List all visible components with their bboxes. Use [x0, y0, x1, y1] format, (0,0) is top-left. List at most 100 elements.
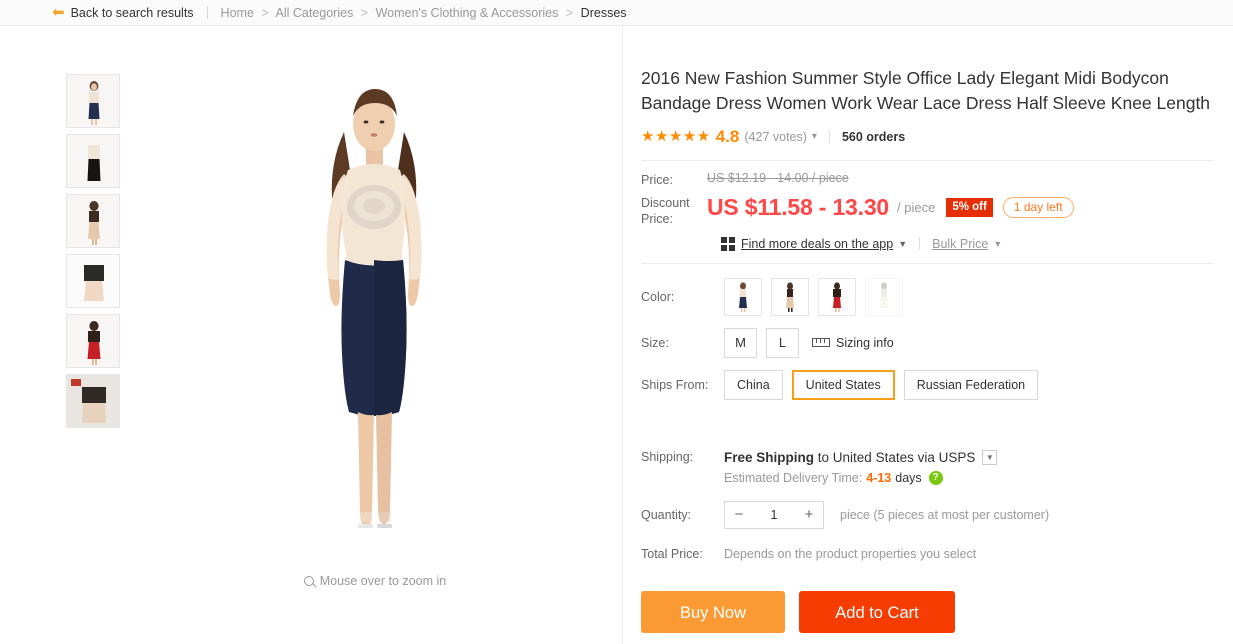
price-label: Price:: [641, 172, 673, 187]
thumbnail-image: [67, 315, 119, 367]
page-title: 2016 New Fashion Summer Style Office Lad…: [641, 68, 1211, 113]
chevron-down-icon[interactable]: ▼: [993, 239, 1002, 249]
shipping-label: Shipping:: [641, 450, 694, 465]
product-info-panel: 2016 New Fashion Summer Style Office Lad…: [623, 26, 1233, 644]
product-page: Mouse over to zoom in 2016 New Fashion S…: [0, 26, 1233, 644]
orders-count[interactable]: 560 orders: [842, 130, 905, 144]
chevron-down-icon[interactable]: ▾: [812, 131, 817, 142]
breadcrumb-item-womens-clothing[interactable]: Women's Clothing & Accessories: [376, 6, 559, 20]
total-price-value: Depends on the product properties you se…: [724, 546, 977, 561]
breadcrumb: Home > All Categories > Women's Clothing…: [221, 6, 627, 20]
thumbnail-4[interactable]: [66, 254, 120, 308]
thumbnail-image: [67, 75, 119, 127]
price-block: Price: US $12.19 - 14.00 / piece Discoun…: [641, 161, 1233, 251]
ships-from-option-china[interactable]: China: [724, 369, 783, 400]
quantity-stepper[interactable]: − +: [724, 500, 824, 529]
color-option-row: Color:: [641, 277, 1213, 316]
breadcrumb-separator: >: [360, 5, 369, 20]
breadcrumb-item-home[interactable]: Home: [221, 6, 254, 20]
estimated-delivery-row: Estimated Delivery Time: 4-13 days ?: [724, 470, 1213, 485]
price-unit: / piece: [897, 200, 936, 216]
shipping-section: Shipping: Free Shipping to United States…: [641, 449, 1213, 485]
rating-score: 4.8: [715, 126, 740, 146]
main-product-image[interactable]: [186, 72, 564, 564]
thumbnail-3[interactable]: [66, 194, 120, 248]
thumbnail-image: [67, 255, 119, 307]
product-gallery: Mouse over to zoom in: [0, 26, 623, 644]
thumbnail-6[interactable]: [66, 374, 120, 428]
divider: [828, 130, 830, 144]
app-deals-row: Find more deals on the app ▼ Bulk Price …: [721, 236, 1233, 251]
magnifier-icon: [303, 576, 314, 586]
zoom-hint: Mouse over to zoom in: [186, 574, 564, 588]
color-swatch-navy-cream-lace[interactable]: [724, 277, 762, 316]
eta-days: 4-13: [866, 470, 892, 485]
ships-from-label: Ships From:: [641, 377, 709, 392]
divider: [206, 6, 208, 19]
color-swatch-beige-black-lace[interactable]: [771, 277, 809, 316]
size-option-l[interactable]: L: [766, 327, 799, 358]
breadcrumb-separator: >: [565, 5, 574, 20]
thumbnail-image: [67, 375, 119, 427]
thumbnail-image: [67, 135, 119, 187]
breadcrumb-separator: >: [261, 5, 269, 20]
breadcrumb-item-dresses: Dresses: [580, 5, 627, 20]
shipping-method: Free Shipping to United States via USPS: [724, 450, 975, 465]
quantity-input[interactable]: [753, 501, 795, 528]
time-left-badge: 1 day left: [1002, 197, 1074, 219]
rating-row: ★★★★★ 4.8 (427 votes) ▾ 560 orders: [641, 122, 1233, 152]
find-more-deals-link[interactable]: Find more deals on the app: [741, 237, 893, 251]
color-swatch-red-black-lace[interactable]: [818, 277, 856, 316]
original-price-row: Price: US $12.19 - 14.00 / piece: [641, 171, 1233, 189]
total-price-label: Total Price:: [641, 546, 703, 561]
breadcrumb-item-all-categories[interactable]: All Categories: [275, 6, 353, 20]
total-price-row: Total Price: Depends on the product prop…: [641, 547, 1233, 561]
product-options: Color: Size: M L Sizing info Ships From:…: [641, 262, 1213, 400]
original-price: US $12.19 - 14.00 / piece: [707, 170, 849, 185]
thumbnail-list: [66, 74, 120, 434]
discount-price-row: Discount Price: US $11.58 - 13.30 / piec…: [641, 194, 1233, 227]
ships-from-option-russian-federation[interactable]: Russian Federation: [903, 369, 1039, 400]
left-arrow-icon: ⬅: [52, 4, 65, 21]
shipping-row: Shipping: Free Shipping to United States…: [641, 449, 1213, 465]
back-label: Back to search results: [70, 5, 194, 20]
eta-label: Estimated Delivery Time:: [724, 470, 863, 485]
star-rating-icon: ★★★★★: [641, 128, 711, 146]
eta-unit: days: [895, 470, 922, 485]
discount-badge: 5% off: [946, 198, 993, 218]
votes-count[interactable]: (427 votes): [744, 130, 807, 144]
ruler-icon: [812, 338, 830, 348]
zoom-hint-label: Mouse over to zoom in: [319, 574, 447, 588]
shipping-free-prefix: Free Shipping: [724, 449, 815, 465]
quantity-increase-button[interactable]: +: [795, 501, 823, 528]
action-buttons: Buy Now Add to Cart: [641, 590, 1233, 633]
ships-from-row: Ships From: China United States Russian …: [641, 369, 1213, 400]
buy-now-button[interactable]: Buy Now: [641, 590, 785, 633]
color-swatch-cream-yellow[interactable]: [865, 277, 903, 316]
size-label: Size:: [641, 335, 669, 350]
sizing-info-link[interactable]: Sizing info: [812, 336, 894, 350]
quantity-note: piece (5 pieces at most per customer): [840, 507, 1050, 522]
color-label: Color:: [641, 289, 675, 304]
back-to-search-results-link[interactable]: ⬅ Back to search results: [52, 5, 194, 20]
chevron-down-icon[interactable]: ▼: [898, 239, 907, 249]
ships-from-option-united-states[interactable]: United States: [791, 369, 895, 400]
shipping-dropdown-toggle[interactable]: ▼: [982, 449, 998, 465]
add-to-cart-button[interactable]: Add to Cart: [799, 590, 955, 633]
question-mark-icon[interactable]: ?: [928, 470, 943, 485]
thumbnail-5[interactable]: [66, 314, 120, 368]
size-option-m[interactable]: M: [724, 327, 757, 358]
bulk-price-link[interactable]: Bulk Price: [932, 237, 988, 251]
qr-code-icon: [721, 236, 735, 251]
discount-price: US $11.58 - 13.30: [707, 194, 890, 221]
divider: [919, 237, 921, 251]
quantity-row: Quantity: − + piece (5 pieces at most pe…: [641, 500, 1233, 529]
breadcrumb-bar: ⬅ Back to search results Home > All Cate…: [0, 0, 1233, 26]
thumbnail-1[interactable]: [66, 74, 120, 128]
quantity-decrease-button[interactable]: −: [725, 501, 753, 528]
sizing-info-label: Sizing info: [836, 335, 894, 350]
quantity-label: Quantity:: [641, 507, 692, 522]
thumbnail-2[interactable]: [66, 134, 120, 188]
discount-price-label: Discount Price:: [641, 196, 690, 226]
shipping-destination: to United States via USPS: [817, 449, 976, 465]
